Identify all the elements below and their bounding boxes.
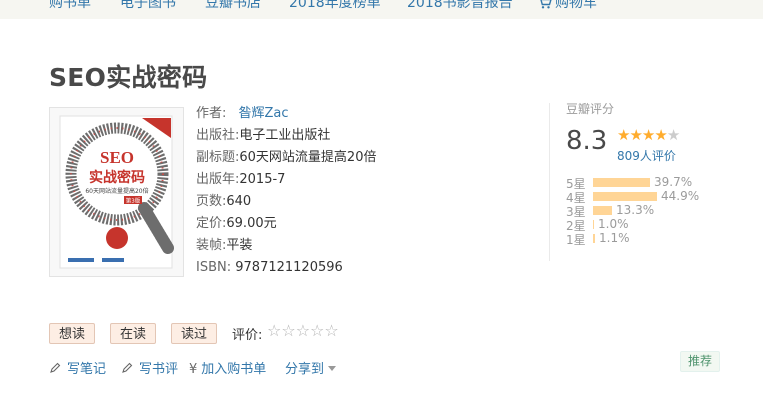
add-to-booklist-label: 加入购书单 (201, 362, 267, 377)
section-divider (549, 103, 550, 261)
yen-icon: ¥ (189, 362, 198, 377)
cover-title-line2: 实战密码 (89, 169, 145, 186)
distribution-percent: 39.7% (654, 175, 693, 189)
subtitle-value: 60天网站流量提高20倍 (239, 150, 377, 165)
star-icon: ★ (654, 126, 667, 144)
want-to-read-button[interactable]: 想读 (49, 323, 96, 344)
page-title: SEO实战密码 (49, 63, 208, 92)
star-outline-icon[interactable]: ☆ (267, 321, 281, 340)
publisher-label: 出版社: (196, 128, 240, 143)
distribution-row: 4星 44.9% (566, 189, 746, 205)
share-label: 分享到 (285, 362, 325, 377)
isbn-label: ISBN: (196, 260, 232, 275)
price-row: 定价:69.00元 (196, 213, 376, 235)
distribution-row: 5星 39.7% (566, 175, 746, 191)
price-value: 69.00元 (226, 216, 277, 231)
rating-title: 豆瓣评分 (566, 102, 615, 116)
distribution-percent: 44.9% (661, 189, 700, 203)
have-read-button[interactable]: 读过 (171, 323, 218, 344)
rating-stars: ★★★★★ (617, 126, 680, 144)
rating-score: 8.3 (566, 126, 608, 156)
pages-label: 页数: (196, 194, 227, 209)
book-info: 作者: 昝辉Zac 出版社:电子工业出版社 副标题:60天网站流量提高20倍 出… (196, 103, 376, 279)
binding-value: 平装 (226, 238, 253, 253)
distribution-percent: 1.0% (598, 217, 629, 231)
rating-votes-link[interactable]: 809人评价 (617, 147, 676, 164)
nav-2018-rankings[interactable]: 2018年度榜单 (289, 0, 381, 12)
pages-value: 640 (226, 194, 252, 209)
douban-rating: 豆瓣评分 8.3 ★★★★★ 809人评价 5星 39.7% 4星 44.9% 3星 13… (566, 100, 746, 247)
star-icon: ★ (617, 126, 630, 144)
share-dropdown[interactable]: 分享到 (285, 358, 337, 377)
star-outline-icon[interactable]: ☆ (324, 321, 338, 340)
pencil-icon (50, 362, 61, 373)
nav-book-list[interactable]: 购书单 (49, 0, 91, 12)
cover-edition: 第3版 (126, 197, 141, 205)
nav-cart[interactable]: 购物车 (538, 0, 597, 12)
year-value: 2015-7 (239, 172, 286, 187)
year-row: 出版年:2015-7 (196, 169, 376, 191)
rating-distribution: 5星 39.7% 4星 44.9% 3星 13.3% 2星 1.0% 1星 1.1% (566, 175, 746, 247)
star-icon: ★ (641, 126, 655, 144)
write-note-link[interactable]: 写笔记 (49, 358, 106, 377)
book-cover-art: SEO 实战密码 60天网站流量提高20倍 第3版 (50, 108, 183, 276)
year-label: 出版年: (196, 172, 240, 187)
cart-icon (540, 0, 552, 9)
user-rating-stars: ☆☆☆☆☆ (267, 321, 339, 340)
nav-ebooks[interactable]: 电子图书 (120, 0, 176, 12)
distribution-row: 2星 1.0% (566, 217, 746, 233)
distribution-percent: 1.1% (599, 231, 630, 245)
isbn-row: ISBN: 9787121120596 (196, 257, 376, 279)
binding-label: 装帧: (196, 238, 227, 253)
distribution-row: 3星 13.3% (566, 203, 746, 219)
publisher-row: 出版社:电子工业出版社 (196, 125, 376, 147)
isbn-value: 9787121120596 (235, 260, 343, 275)
star-outline-icon[interactable]: ☆ (310, 321, 324, 340)
book-cover[interactable]: SEO 实战密码 60天网站流量提高20倍 第3版 (49, 107, 184, 277)
star-outline-icon[interactable]: ☆ (281, 321, 295, 340)
chevron-down-icon (328, 366, 337, 371)
subtitle-row: 副标题:60天网站流量提高20倍 (196, 147, 376, 169)
binding-row: 装帧:平装 (196, 235, 376, 257)
reading-button[interactable]: 在读 (110, 323, 157, 344)
nav-bookstore[interactable]: 豆瓣书店 (205, 0, 261, 12)
distribution-bar (593, 192, 657, 201)
pencil-icon (122, 362, 133, 373)
top-navigation: 购书单 电子图书 豆瓣书店 2018年度榜单 2018书影音报告 购物车 (0, 0, 763, 19)
author-row: 作者: 昝辉Zac (196, 103, 376, 125)
distribution-bar (593, 206, 612, 215)
price-label: 定价: (196, 216, 227, 231)
cover-subtitle: 60天网站流量提高20倍 (85, 187, 148, 195)
star-icon: ★ (629, 126, 642, 144)
publisher-value: 电子工业出版社 (239, 128, 331, 143)
recommend-button[interactable]: 推荐 (680, 351, 721, 372)
nav-2018-report[interactable]: 2018书影音报告 (407, 0, 513, 12)
add-to-booklist-link[interactable]: ¥ 加入购书单 (189, 358, 266, 377)
star-empty-icon: ★ (666, 126, 680, 144)
distribution-bar (593, 178, 650, 187)
subtitle-label: 副标题: (196, 150, 240, 165)
star-outline-icon[interactable]: ☆ (296, 321, 310, 340)
pages-row: 页数:640 (196, 191, 376, 213)
write-note-label: 写笔记 (67, 362, 107, 377)
distribution-bar (593, 220, 594, 229)
cover-title-line1: SEO (100, 148, 134, 167)
distribution-percent: 13.3% (616, 203, 655, 217)
author-link[interactable]: 昝辉Zac (239, 106, 289, 121)
distribution-star-label: 1星 (566, 233, 586, 247)
write-review-label: 写书评 (139, 362, 179, 377)
distribution-bar (593, 234, 595, 243)
distribution-row: 1星 1.1% (566, 231, 746, 247)
write-review-link[interactable]: 写书评 (121, 358, 178, 377)
rate-label: 评价: (232, 328, 263, 343)
nav-cart-label: 购物车 (555, 0, 597, 11)
author-label: 作者: (196, 106, 227, 121)
